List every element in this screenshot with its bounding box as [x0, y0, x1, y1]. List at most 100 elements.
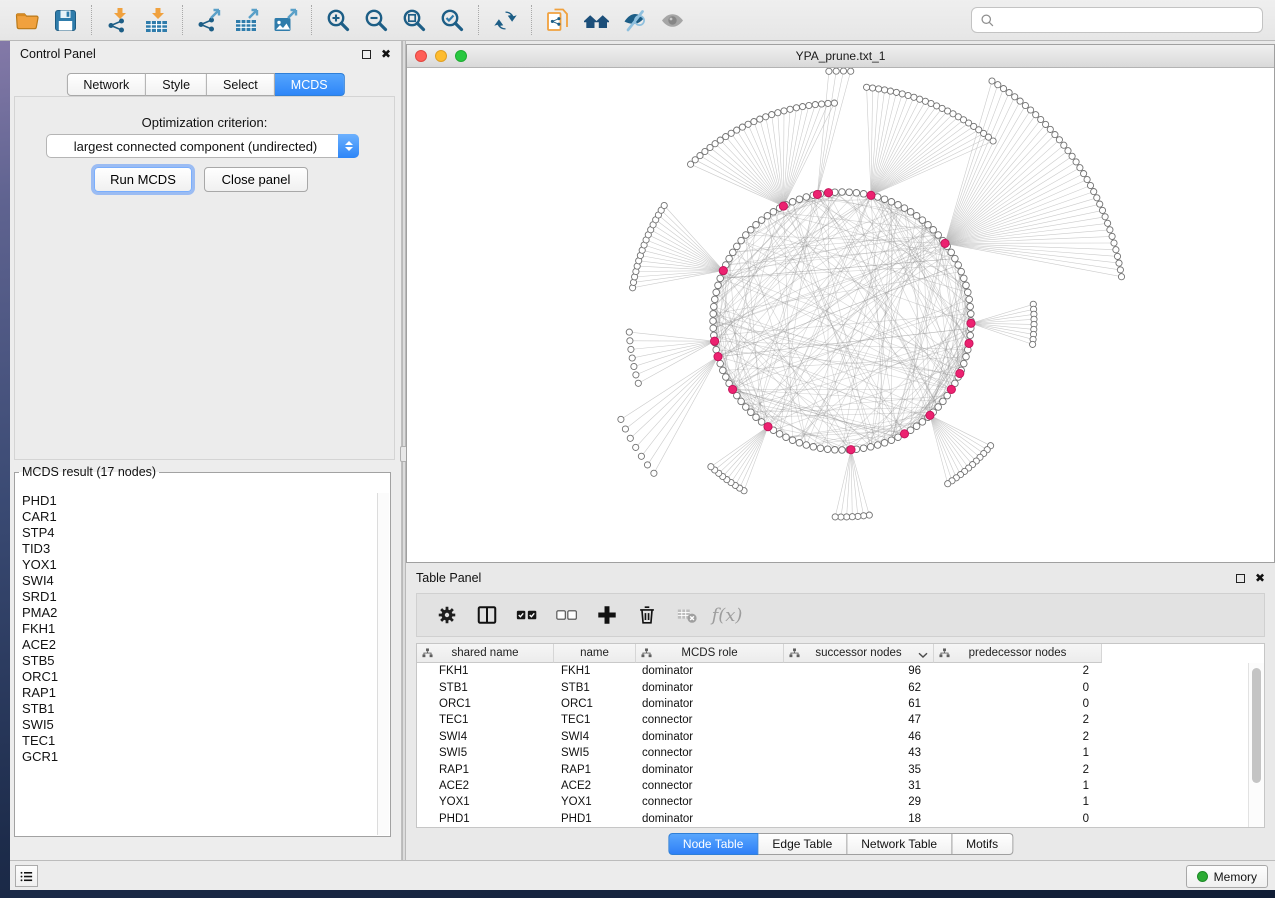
- import-network-button[interactable]: [99, 3, 137, 37]
- table-scrollbar[interactable]: [1248, 663, 1264, 827]
- table-cell[interactable]: SWI5: [417, 747, 554, 759]
- add-column-button[interactable]: [589, 597, 625, 633]
- table-row[interactable]: ACE2ACE2connector311: [417, 778, 1248, 794]
- mcds-result-item[interactable]: TEC1: [16, 733, 377, 749]
- table-cell[interactable]: 29: [784, 796, 934, 808]
- mcds-result-item[interactable]: STB5: [16, 653, 377, 669]
- table-row[interactable]: STB1STB1dominator620: [417, 679, 1248, 695]
- table-cell[interactable]: 61: [784, 698, 934, 710]
- table-cell[interactable]: SWI4: [417, 731, 554, 743]
- show-all-button[interactable]: [653, 3, 691, 37]
- export-network-button[interactable]: [190, 3, 228, 37]
- mcds-result-item[interactable]: PMA2: [16, 605, 377, 621]
- mcds-result-item[interactable]: GCR1: [16, 749, 377, 765]
- tab-network[interactable]: Network: [66, 73, 146, 96]
- column-header-name[interactable]: name: [554, 644, 636, 663]
- table-row[interactable]: ORC1ORC1dominator610: [417, 696, 1248, 712]
- mcds-result-item[interactable]: YOX1: [16, 557, 377, 573]
- tab-mcds[interactable]: MCDS: [275, 73, 345, 96]
- mcds-result-item[interactable]: ORC1: [16, 669, 377, 685]
- memory-button[interactable]: Memory: [1186, 865, 1268, 888]
- table-cell[interactable]: ACE2: [417, 780, 554, 792]
- tab-select[interactable]: Select: [207, 73, 275, 96]
- hide-selected-button[interactable]: [615, 3, 653, 37]
- table-cell[interactable]: YOX1: [554, 796, 636, 808]
- column-header-predecessor-nodes[interactable]: predecessor nodes: [934, 644, 1102, 663]
- close-panel-icon[interactable]: ✖: [381, 48, 391, 60]
- table-cell[interactable]: connector: [636, 714, 784, 726]
- mcds-result-item[interactable]: SRD1: [16, 589, 377, 605]
- table-cell[interactable]: 1: [934, 796, 1102, 808]
- close-table-panel-icon[interactable]: ✖: [1255, 572, 1265, 584]
- table-cell[interactable]: RAP1: [554, 764, 636, 776]
- mcds-result-item[interactable]: PHD1: [16, 493, 377, 509]
- column-header-MCDS-role[interactable]: MCDS role: [636, 644, 784, 663]
- table-cell[interactable]: RAP1: [417, 764, 554, 776]
- table-row[interactable]: TEC1TEC1connector472: [417, 712, 1248, 728]
- mcds-result-item[interactable]: SWI4: [16, 573, 377, 589]
- network-canvas[interactable]: [407, 68, 1274, 562]
- mcds-result-item[interactable]: FKH1: [16, 621, 377, 637]
- table-cell[interactable]: FKH1: [417, 665, 554, 677]
- criterion-select[interactable]: largest connected component (undirected): [46, 134, 359, 158]
- table-cell[interactable]: 2: [934, 731, 1102, 743]
- table-cell[interactable]: dominator: [636, 764, 784, 776]
- table-cell[interactable]: STB1: [417, 682, 554, 694]
- table-settings-button[interactable]: [429, 597, 465, 633]
- table-cell[interactable]: connector: [636, 796, 784, 808]
- table-cell[interactable]: ORC1: [417, 698, 554, 710]
- column-header-successor-nodes[interactable]: successor nodes: [784, 644, 934, 663]
- float-table-panel-icon[interactable]: [1236, 574, 1245, 583]
- zoom-selected-button[interactable]: [433, 3, 471, 37]
- table-scrollbar-thumb[interactable]: [1252, 668, 1261, 783]
- table-cell[interactable]: 1: [934, 747, 1102, 759]
- select-all-rows-button[interactable]: [509, 597, 545, 633]
- new-network-from-selection-button[interactable]: [539, 3, 577, 37]
- table-cell[interactable]: connector: [636, 747, 784, 759]
- export-table-button[interactable]: [228, 3, 266, 37]
- table-row[interactable]: PHD1PHD1dominator180: [417, 811, 1248, 827]
- table-cell[interactable]: YOX1: [417, 796, 554, 808]
- table-cell[interactable]: 96: [784, 665, 934, 677]
- deselect-all-rows-button[interactable]: [549, 597, 585, 633]
- open-session-button[interactable]: [8, 3, 46, 37]
- table-cell[interactable]: STB1: [554, 682, 636, 694]
- column-header-shared-name[interactable]: shared name: [417, 644, 554, 663]
- save-session-button[interactable]: [46, 3, 84, 37]
- import-table-button[interactable]: [137, 3, 175, 37]
- search-box[interactable]: [971, 7, 1263, 33]
- first-neighbors-button[interactable]: [577, 3, 615, 37]
- task-history-button[interactable]: [15, 865, 38, 887]
- tab-motifs[interactable]: Motifs: [952, 833, 1013, 855]
- table-cell[interactable]: 0: [934, 698, 1102, 710]
- mcds-result-item[interactable]: SWI5: [16, 717, 377, 733]
- table-cell[interactable]: 2: [934, 665, 1102, 677]
- table-cell[interactable]: ACE2: [554, 780, 636, 792]
- table-cell[interactable]: PHD1: [554, 813, 636, 825]
- table-cell[interactable]: 46: [784, 731, 934, 743]
- table-row[interactable]: FKH1FKH1dominator962: [417, 663, 1248, 679]
- table-cell[interactable]: dominator: [636, 682, 784, 694]
- table-row[interactable]: SWI4SWI4dominator462: [417, 729, 1248, 745]
- table-cell[interactable]: connector: [636, 780, 784, 792]
- table-cell[interactable]: PHD1: [417, 813, 554, 825]
- table-row[interactable]: SWI5SWI5connector431: [417, 745, 1248, 761]
- table-cell[interactable]: 31: [784, 780, 934, 792]
- mcds-result-item[interactable]: TID3: [16, 541, 377, 557]
- table-cell[interactable]: dominator: [636, 813, 784, 825]
- mcds-result-item[interactable]: STB1: [16, 701, 377, 717]
- table-cell[interactable]: dominator: [636, 665, 784, 677]
- table-row[interactable]: YOX1YOX1connector291: [417, 794, 1248, 810]
- mcds-result-item[interactable]: STP4: [16, 525, 377, 541]
- tab-style[interactable]: Style: [146, 73, 207, 96]
- mcds-result-list[interactable]: PHD1CAR1STP4TID3YOX1SWI4SRD1PMA2FKH1ACE2…: [16, 493, 377, 835]
- table-cell[interactable]: 18: [784, 813, 934, 825]
- refresh-view-button[interactable]: [486, 3, 524, 37]
- mcds-result-item[interactable]: ACE2: [16, 637, 377, 653]
- table-cell[interactable]: 35: [784, 764, 934, 776]
- table-cell[interactable]: dominator: [636, 731, 784, 743]
- table-cell[interactable]: SWI5: [554, 747, 636, 759]
- table-cell[interactable]: 1: [934, 780, 1102, 792]
- close-panel-button[interactable]: Close panel: [204, 167, 308, 192]
- table-cell[interactable]: 62: [784, 682, 934, 694]
